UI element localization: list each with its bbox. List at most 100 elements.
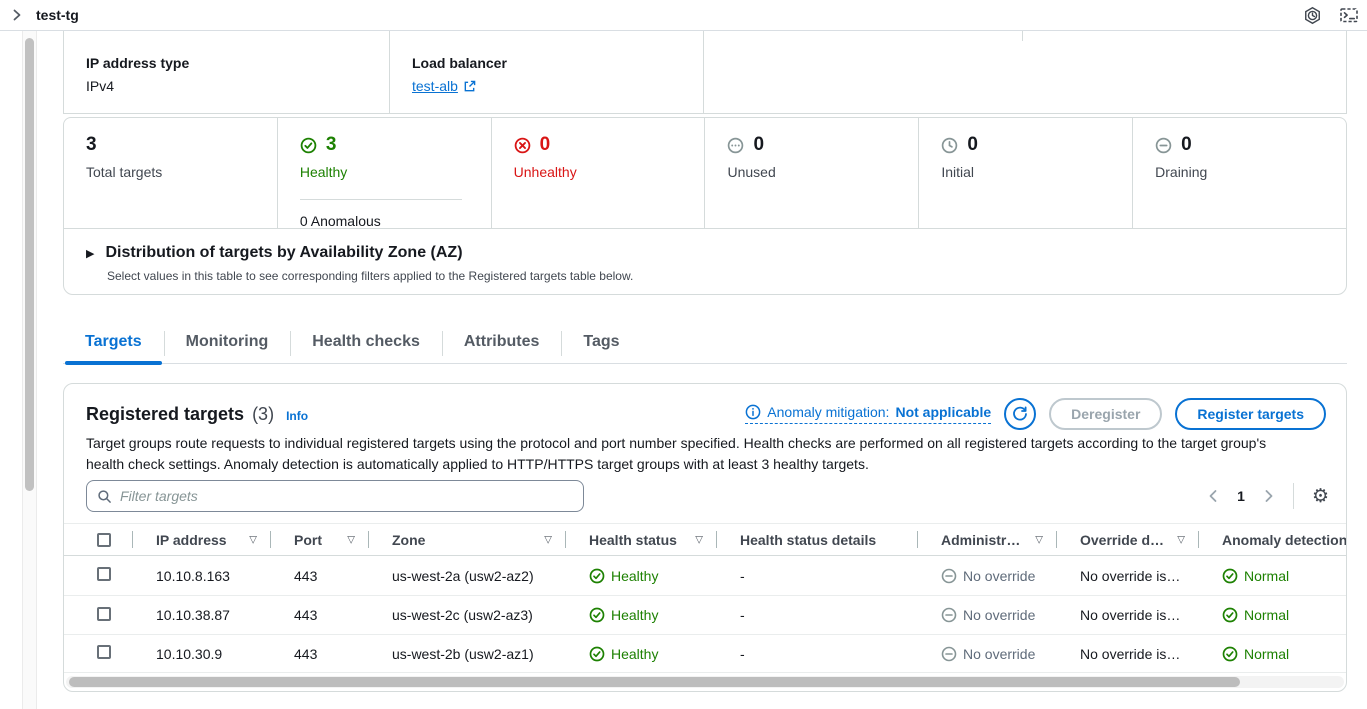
expand-triangle-icon: ▶ <box>86 247 94 260</box>
registered-targets-panel: Registered targets (3) Info Anomaly miti… <box>63 383 1347 692</box>
header-select-all <box>64 523 133 556</box>
header-override-details[interactable]: Override d…▽ <box>1057 523 1199 556</box>
az-distribution-section: ▶ Distribution of targets by Availabilit… <box>64 228 1346 295</box>
registered-targets-count: (3) <box>252 404 274 425</box>
stat-initial: 0 Initial <box>918 118 1132 228</box>
header-administrative-override[interactable]: Administr…▽ <box>918 523 1057 556</box>
table-row: 10.10.30.9 443 us-west-2b (usw2-az1) Hea… <box>64 634 1347 673</box>
registered-targets-table: IP address▽ Port▽ Zone▽ Health status▽ H… <box>64 523 1346 673</box>
stat-total-targets: 3 Total targets <box>64 118 277 228</box>
cell-health-details: - <box>717 607 918 623</box>
header-health-status-details[interactable]: Health status details <box>717 523 918 556</box>
cell-admin-override: No override <box>963 568 1035 584</box>
vertical-scrollbar-thumb[interactable] <box>25 38 34 491</box>
row-checkbox[interactable] <box>97 607 111 621</box>
anomaly-mitigation-link[interactable]: Anomaly mitigation: Not applicable <box>745 404 991 424</box>
check-circle-icon <box>300 137 317 154</box>
filter-funnel-icon[interactable]: ▽ <box>695 534 703 545</box>
tab-attributes[interactable]: Attributes <box>442 324 562 363</box>
column-divider <box>1022 31 1023 41</box>
minus-circle-icon <box>941 646 957 662</box>
header-anomaly-detection[interactable]: Anomaly detection <box>1199 523 1347 556</box>
stat-draining: 0 Draining <box>1132 118 1346 228</box>
cell-port: 443 <box>271 568 369 584</box>
targets-summary-panel: 3 Total targets 3 Healthy 0 Anomalous 0 … <box>63 117 1347 295</box>
refresh-icon <box>1012 406 1028 422</box>
check-circle-icon <box>589 646 605 662</box>
table-row: 10.10.8.163 443 us-west-2a (usw2-az2) He… <box>64 556 1347 595</box>
history-clock-hexagon-icon[interactable] <box>1303 6 1322 25</box>
info-link[interactable]: Info <box>286 409 308 423</box>
cell-anomaly-detection: Normal <box>1244 568 1289 584</box>
load-balancer-link[interactable]: test-alb <box>412 78 476 94</box>
cell-ip: 10.10.38.87 <box>133 607 271 623</box>
cell-port: 443 <box>271 646 369 662</box>
header-health-status[interactable]: Health status▽ <box>566 523 717 556</box>
stat-healthy: 3 Healthy 0 Anomalous <box>277 118 491 228</box>
header-ip-address[interactable]: IP address▽ <box>133 523 271 556</box>
refresh-button[interactable] <box>1004 398 1036 430</box>
cell-anomaly-detection: Normal <box>1244 646 1289 662</box>
breadcrumb-collapse-chevron-icon[interactable] <box>11 9 23 21</box>
minus-circle-icon <box>941 568 957 584</box>
check-circle-icon <box>1222 607 1238 623</box>
table-settings-gear-icon[interactable]: ⚙ <box>1312 487 1329 506</box>
cell-health-details: - <box>717 646 918 662</box>
divider <box>300 199 462 200</box>
cell-health-status: Healthy <box>611 607 658 623</box>
cell-anomaly-detection: Normal <box>1244 607 1289 623</box>
filter-funnel-icon[interactable]: ▽ <box>544 534 552 545</box>
divider <box>1293 483 1294 509</box>
tab-bar: Targets Monitoring Health checks Attribu… <box>63 324 1347 364</box>
check-circle-icon <box>1222 646 1238 662</box>
clock-circle-icon <box>941 137 958 154</box>
register-targets-button[interactable]: Register targets <box>1175 398 1326 430</box>
cell-override-details: No override is… <box>1057 607 1199 623</box>
top-bar: test-tg <box>0 0 1367 31</box>
cell-override-details: No override is… <box>1057 568 1199 584</box>
horizontal-scrollbar-thumb[interactable] <box>69 677 1240 687</box>
horizontal-scrollbar-track <box>66 676 1344 688</box>
tab-targets[interactable]: Targets <box>63 324 164 363</box>
az-distribution-expander[interactable]: ▶ Distribution of targets by Availabilit… <box>86 244 1346 262</box>
minus-circle-icon <box>1155 137 1172 154</box>
pagination: 1 ⚙ <box>1207 483 1329 509</box>
header-port[interactable]: Port▽ <box>271 523 369 556</box>
ip-address-type-value: IPv4 <box>86 78 389 94</box>
cell-port: 443 <box>271 607 369 623</box>
tab-health-checks[interactable]: Health checks <box>290 324 442 363</box>
vertical-scrollbar-track <box>22 31 37 709</box>
select-all-checkbox[interactable] <box>97 533 111 547</box>
filter-funnel-icon[interactable]: ▽ <box>1035 534 1043 545</box>
cloudshell-terminal-icon[interactable] <box>1339 6 1359 25</box>
check-circle-icon <box>1222 568 1238 584</box>
filter-funnel-icon[interactable]: ▽ <box>1177 534 1185 545</box>
cell-health-details: - <box>717 568 918 584</box>
page-title: test-tg <box>36 7 79 23</box>
row-checkbox[interactable] <box>97 645 111 659</box>
previous-page-button[interactable] <box>1207 489 1219 503</box>
filter-funnel-icon[interactable]: ▽ <box>347 534 355 545</box>
stat-unused: 0 Unused <box>704 118 918 228</box>
registered-targets-description: Target groups route requests to individu… <box>86 433 1326 475</box>
filter-funnel-icon[interactable]: ▽ <box>249 534 257 545</box>
target-status-stats: 3 Total targets 3 Healthy 0 Anomalous 0 … <box>64 118 1346 228</box>
filter-targets-input[interactable] <box>120 488 573 504</box>
cell-health-status: Healthy <box>611 568 658 584</box>
row-checkbox[interactable] <box>97 567 111 581</box>
details-panel: IP address type IPv4 Load balancer test-… <box>63 31 1347 114</box>
ip-address-type-label: IP address type <box>86 55 389 71</box>
info-circle-icon <box>745 404 761 420</box>
deregister-button[interactable]: Deregister <box>1049 398 1162 430</box>
registered-targets-title: Registered targets <box>86 404 244 425</box>
minus-circle-icon <box>941 607 957 623</box>
filter-targets-box <box>86 480 584 512</box>
search-icon <box>97 489 112 504</box>
tab-monitoring[interactable]: Monitoring <box>164 324 291 363</box>
current-page-number: 1 <box>1233 488 1249 504</box>
cell-admin-override: No override <box>963 646 1035 662</box>
table-row: 10.10.38.87 443 us-west-2c (usw2-az3) He… <box>64 595 1347 634</box>
header-zone[interactable]: Zone▽ <box>369 523 566 556</box>
next-page-button[interactable] <box>1263 489 1275 503</box>
tab-tags[interactable]: Tags <box>561 324 641 363</box>
